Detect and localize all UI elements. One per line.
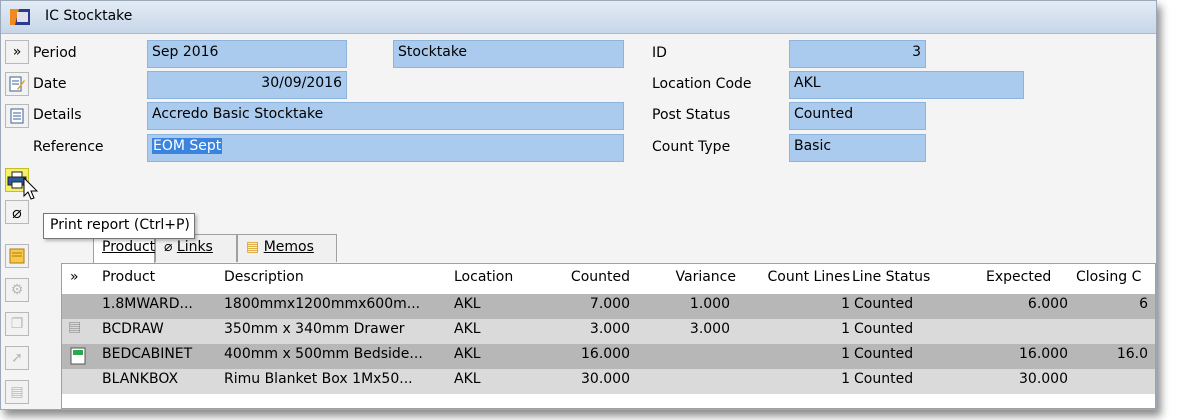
id-field[interactable]: 3 xyxy=(789,40,926,68)
header-variance[interactable]: Variance xyxy=(640,264,736,294)
products-grid: » Product Description Location Counted V… xyxy=(61,263,1156,409)
details-button[interactable] xyxy=(5,104,29,128)
attachment-button[interactable]: ⌀ xyxy=(5,200,29,224)
doc-icon: ▤ xyxy=(10,384,24,400)
period-label: Period xyxy=(33,45,77,61)
window-title: IC Stocktake xyxy=(45,8,133,24)
cell-line-status: Counted xyxy=(854,296,914,312)
header-closing[interactable]: Closing C xyxy=(1076,264,1141,294)
cell-expected: 6.000 xyxy=(1027,296,1068,312)
cell-line-status: Counted xyxy=(854,371,914,387)
count-type-field[interactable]: Basic xyxy=(789,134,926,162)
cell-product: BLANKBOX xyxy=(102,371,179,387)
header-description[interactable]: Description xyxy=(224,264,304,294)
cell-product: 1.8MWARD... xyxy=(102,296,193,312)
details-label: Details xyxy=(33,107,82,123)
table-row[interactable]: 1.8MWARD... 1800mmx1200mmx600m... AKL 7.… xyxy=(62,294,1155,319)
id-label: ID xyxy=(652,45,667,61)
cell-variance: 1.000 xyxy=(689,296,730,312)
header-expected[interactable]: Expected xyxy=(986,264,1051,294)
cell-location: AKL xyxy=(454,321,481,337)
table-row[interactable]: ▤ BCDRAW 350mm x 340mm Drawer AKL 3.000 … xyxy=(62,319,1155,344)
edit-button[interactable] xyxy=(5,72,29,96)
header-line-status[interactable]: Line Status xyxy=(852,264,930,294)
document-row-icon: ▤ xyxy=(68,319,82,335)
links-icon: ⌀ xyxy=(164,239,177,255)
cell-expected: 30.000 xyxy=(1019,371,1068,387)
cell-location: AKL xyxy=(454,296,481,312)
cell-count-lines: 1 xyxy=(841,346,850,362)
reference-field[interactable]: EOM Sept xyxy=(147,134,624,162)
tab-links-label: Links xyxy=(176,239,213,255)
action-button-1[interactable]: ⚙ xyxy=(5,278,29,302)
stocktake-window: IC Stocktake » ⌀ ⚙ ❐ ➚ ▤ Period Sep 2016… xyxy=(0,0,1157,410)
app-icon xyxy=(10,9,30,25)
tab-products-label: Products xyxy=(102,239,163,255)
cell-variance: 3.000 xyxy=(689,321,730,337)
memo-button[interactable] xyxy=(5,244,29,268)
cell-location: AKL xyxy=(454,371,481,387)
table-row[interactable]: BEDCABINET 400mm x 500mm Bedside... AKL … xyxy=(62,344,1155,369)
gear-doc-icon: ⚙ xyxy=(10,282,24,298)
action-button-3[interactable]: ➚ xyxy=(5,346,29,370)
cell-counted: 30.000 xyxy=(581,371,630,387)
document-icon xyxy=(10,108,24,124)
cell-description: 400mm x 500mm Bedside... xyxy=(224,346,423,362)
title-bar: IC Stocktake xyxy=(1,1,1156,34)
cell-location: AKL xyxy=(454,346,481,362)
cell-line-status: Counted xyxy=(854,346,914,362)
copy-doc-icon: ❐ xyxy=(10,316,24,332)
cell-expected: 16.000 xyxy=(1019,346,1068,362)
double-chevron-icon: » xyxy=(12,44,22,60)
post-status-field[interactable]: Counted xyxy=(789,102,926,130)
memo-icon xyxy=(9,248,25,264)
cell-counted: 3.000 xyxy=(589,321,630,337)
action-button-4[interactable]: ▤ xyxy=(5,380,29,404)
header-counted[interactable]: Counted xyxy=(540,264,630,294)
action-button-2[interactable]: ❐ xyxy=(5,312,29,336)
stocktake-field[interactable]: Stocktake xyxy=(393,40,624,68)
tab-memos-label: Memos xyxy=(263,239,314,255)
print-tooltip: Print report (Ctrl+P) xyxy=(43,213,195,239)
cell-description: Rimu Blanket Box 1Mx50... xyxy=(224,371,413,387)
cell-product: BEDCABINET xyxy=(102,346,193,362)
cell-closing: 16.0 xyxy=(1116,346,1148,362)
cell-counted: 16.000 xyxy=(581,346,630,362)
post-status-label: Post Status xyxy=(652,107,731,123)
cell-description: 350mm x 340mm Drawer xyxy=(224,321,405,337)
header-location[interactable]: Location xyxy=(454,264,513,294)
table-row[interactable]: BLANKBOX Rimu Blanket Box 1Mx50... AKL 3… xyxy=(62,369,1155,394)
cell-closing: 6 xyxy=(1139,296,1148,312)
location-code-field[interactable]: AKL xyxy=(789,71,1024,99)
edit-icon xyxy=(9,76,25,92)
save-doc-icon xyxy=(70,347,86,365)
cell-description: 1800mmx1200mmx600m... xyxy=(224,296,421,312)
tab-memos[interactable]: ▤ Memos xyxy=(237,234,337,262)
date-field[interactable]: 30/09/2016 xyxy=(147,71,347,99)
header-count-lines[interactable]: Count Lines xyxy=(740,264,851,294)
grid-expand-icon[interactable]: » xyxy=(70,264,79,294)
cell-count-lines: 1 xyxy=(841,321,850,337)
cell-line-status: Counted xyxy=(854,321,914,337)
cell-count-lines: 1 xyxy=(841,296,850,312)
paperclip-icon: ⌀ xyxy=(12,202,22,222)
cell-count-lines: 1 xyxy=(841,371,850,387)
export-doc-icon: ➚ xyxy=(11,350,23,366)
mouse-cursor-icon xyxy=(23,177,39,200)
cell-product: BCDRAW xyxy=(102,321,164,337)
expand-button[interactable]: » xyxy=(5,40,29,64)
reference-selected-text: EOM Sept xyxy=(152,138,223,154)
reference-label: Reference xyxy=(33,139,104,155)
period-field[interactable]: Sep 2016 xyxy=(147,40,347,68)
memos-icon: ▤ xyxy=(246,239,264,255)
date-label: Date xyxy=(33,76,67,92)
location-code-label: Location Code xyxy=(652,76,752,92)
details-field[interactable]: Accredo Basic Stocktake xyxy=(147,102,624,130)
cell-counted: 7.000 xyxy=(589,296,630,312)
header-product[interactable]: Product xyxy=(102,264,155,294)
count-type-label: Count Type xyxy=(652,139,731,155)
